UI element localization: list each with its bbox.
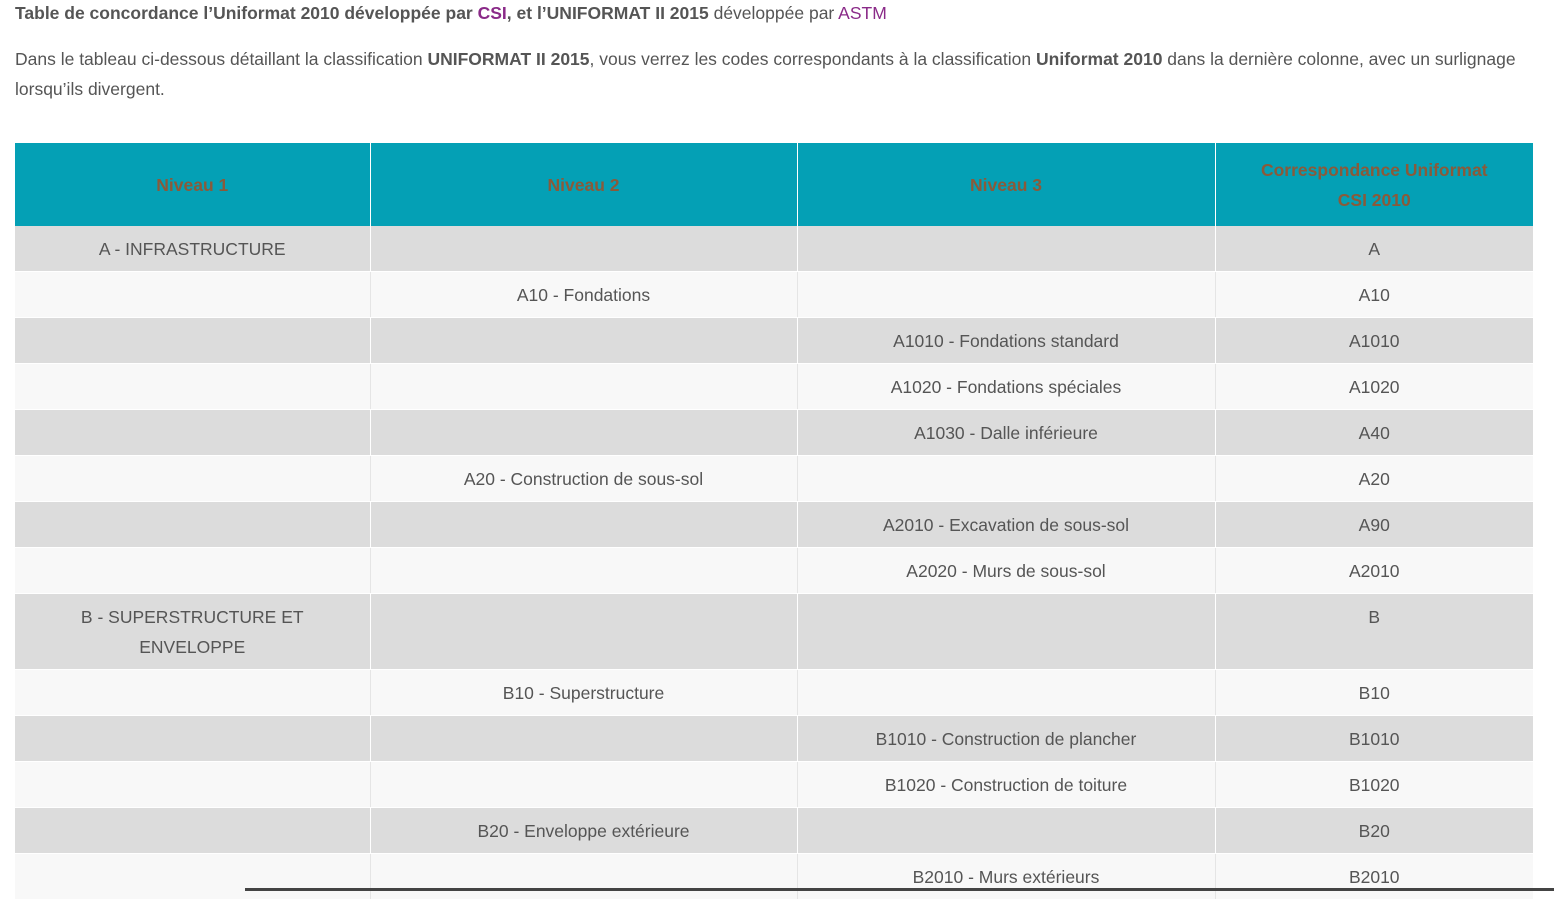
cell-correspondance: B20 bbox=[1215, 807, 1533, 854]
cell-niveau-3 bbox=[797, 455, 1216, 502]
cell-niveau-3 bbox=[797, 807, 1216, 854]
cell-correspondance: A2010 bbox=[1215, 547, 1533, 594]
cell-correspondance: B bbox=[1215, 593, 1533, 670]
cell-correspondance: A90 bbox=[1215, 501, 1533, 548]
cell-niveau-1 bbox=[15, 547, 371, 594]
cell-niveau-1 bbox=[15, 669, 371, 716]
table-row: A1010 - Fondations standard A1010 bbox=[15, 317, 1533, 364]
table-row: B1010 - Construction de plancher B1010 bbox=[15, 715, 1533, 762]
intro-text-2: , vous verrez les codes correspondants à… bbox=[589, 49, 1036, 69]
cell-niveau-2: A10 - Fondations bbox=[370, 271, 798, 318]
cell-correspondance: A1010 bbox=[1215, 317, 1533, 364]
cell-niveau-2 bbox=[370, 547, 798, 594]
table-row: B10 - Superstructure B10 bbox=[15, 669, 1533, 716]
cell-niveau-1 bbox=[15, 455, 371, 502]
cell-niveau-2: B20 - Enveloppe extérieure bbox=[370, 807, 798, 854]
table-row: A20 - Construction de sous-sol A20 bbox=[15, 455, 1533, 502]
cell-niveau-1: B - SUPERSTRUCTURE ET ENVELOPPE bbox=[15, 593, 371, 670]
header-correspondance: Correspondance Uniformat CSI 2010 bbox=[1215, 143, 1533, 226]
cell-niveau-3: A2010 - Excavation de sous-sol bbox=[797, 501, 1216, 548]
cell-niveau-3: A1010 - Fondations standard bbox=[797, 317, 1216, 364]
title-text-2: , et l’UNIFORMAT II 2015 bbox=[506, 3, 709, 23]
page-title: Table de concordance l’Uniformat 2010 dé… bbox=[15, 0, 887, 26]
cell-niveau-2 bbox=[370, 715, 798, 762]
cell-correspondance: A1020 bbox=[1215, 363, 1533, 410]
cell-niveau-3: A2020 - Murs de sous-sol bbox=[797, 547, 1216, 594]
cell-niveau-1 bbox=[15, 363, 371, 410]
cell-niveau-2 bbox=[370, 593, 798, 670]
intro-bold-1: UNIFORMAT II 2015 bbox=[427, 49, 590, 69]
cell-niveau-1 bbox=[15, 409, 371, 456]
cell-niveau-1: A - INFRASTRUCTURE bbox=[15, 226, 371, 272]
cell-niveau-1 bbox=[15, 271, 371, 318]
cell-niveau-2 bbox=[370, 226, 798, 272]
table-row: B - SUPERSTRUCTURE ET ENVELOPPE B bbox=[15, 593, 1533, 670]
cell-niveau-1 bbox=[15, 807, 371, 854]
cell-niveau-2 bbox=[370, 409, 798, 456]
cell-correspondance: B2010 bbox=[1215, 853, 1533, 900]
cell-niveau-3 bbox=[797, 271, 1216, 318]
cell-niveau-3: B1010 - Construction de plancher bbox=[797, 715, 1216, 762]
cell-correspondance: A bbox=[1215, 226, 1533, 272]
astm-link[interactable]: ASTM bbox=[838, 3, 887, 23]
title-text-3: développée par bbox=[708, 3, 839, 23]
cell-niveau-1 bbox=[15, 715, 371, 762]
cell-niveau-1 bbox=[15, 501, 371, 548]
cell-correspondance: A10 bbox=[1215, 271, 1533, 318]
cell-niveau-3 bbox=[797, 593, 1216, 670]
table-header-row: Niveau 1 Niveau 2 Niveau 3 Correspondanc… bbox=[15, 143, 1533, 226]
cell-niveau-3: A1030 - Dalle inférieure bbox=[797, 409, 1216, 456]
cell-niveau-3 bbox=[797, 226, 1216, 272]
cell-niveau-2 bbox=[370, 501, 798, 548]
cell-niveau-3: B2010 - Murs extérieurs bbox=[797, 853, 1216, 900]
cell-niveau-2: B10 - Superstructure bbox=[370, 669, 798, 716]
table-row: A10 - Fondations A10 bbox=[15, 271, 1533, 318]
cell-niveau-2 bbox=[370, 317, 798, 364]
cell-niveau-2 bbox=[370, 761, 798, 808]
cell-correspondance: B1020 bbox=[1215, 761, 1533, 808]
intro-bold-2: Uniformat 2010 bbox=[1036, 49, 1163, 69]
header-niveau-3: Niveau 3 bbox=[797, 143, 1216, 226]
concordance-table: Niveau 1 Niveau 2 Niveau 3 Correspondanc… bbox=[15, 143, 1533, 900]
cell-niveau-1 bbox=[15, 761, 371, 808]
cell-niveau-2: A20 - Construction de sous-sol bbox=[370, 455, 798, 502]
table-row: A2010 - Excavation de sous-sol A90 bbox=[15, 501, 1533, 548]
cell-niveau-3: A1020 - Fondations spéciales bbox=[797, 363, 1216, 410]
table-row: B1020 - Construction de toiture B1020 bbox=[15, 761, 1533, 808]
cell-correspondance: B1010 bbox=[1215, 715, 1533, 762]
table-row: B20 - Enveloppe extérieure B20 bbox=[15, 807, 1533, 854]
table-row: A1020 - Fondations spéciales A1020 bbox=[15, 363, 1533, 410]
csi-link[interactable]: CSI bbox=[478, 3, 507, 23]
cell-niveau-3: B1020 - Construction de toiture bbox=[797, 761, 1216, 808]
cell-niveau-1 bbox=[15, 853, 371, 900]
table-row: A1030 - Dalle inférieure A40 bbox=[15, 409, 1533, 456]
intro-paragraph: Dans le tableau ci-dessous détaillant la… bbox=[15, 44, 1535, 104]
cell-niveau-2 bbox=[370, 853, 798, 900]
cell-niveau-1 bbox=[15, 317, 371, 364]
intro-text-1: Dans le tableau ci-dessous détaillant la… bbox=[15, 49, 428, 69]
header-niveau-2: Niveau 2 bbox=[370, 143, 798, 226]
cell-correspondance: A40 bbox=[1215, 409, 1533, 456]
title-text-1: Table de concordance l’Uniformat 2010 dé… bbox=[15, 3, 478, 23]
cell-niveau-3 bbox=[797, 669, 1216, 716]
table-row: A2020 - Murs de sous-sol A2010 bbox=[15, 547, 1533, 594]
header-niveau-1: Niveau 1 bbox=[15, 143, 371, 226]
table-row: A - INFRASTRUCTURE A bbox=[15, 226, 1533, 272]
table-row: B2010 - Murs extérieurs B2010 bbox=[15, 853, 1533, 900]
cell-correspondance: B10 bbox=[1215, 669, 1533, 716]
cell-niveau-2 bbox=[370, 363, 798, 410]
cell-correspondance: A20 bbox=[1215, 455, 1533, 502]
